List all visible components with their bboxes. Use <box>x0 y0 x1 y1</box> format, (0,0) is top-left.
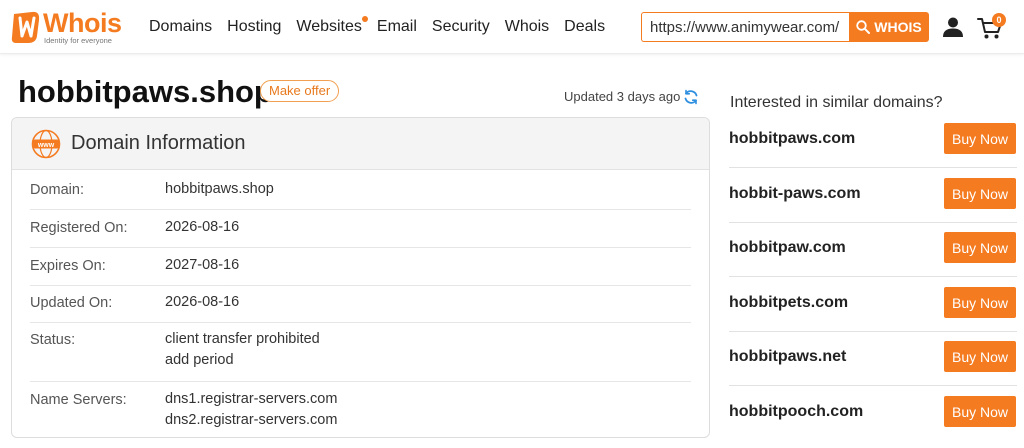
buy-now-button[interactable]: Buy Now <box>944 178 1016 209</box>
info-row-domain: Domain: hobbitpaws.shop <box>30 173 691 210</box>
row-label: Updated On: <box>30 295 113 311</box>
row-label: Status: <box>30 332 76 348</box>
make-offer-button[interactable]: Make offer <box>260 80 340 102</box>
card-title: Domain Information <box>71 132 246 154</box>
new-indicator-dot <box>361 16 368 22</box>
similar-domain-row: hobbitpooch.com Buy Now <box>729 386 1017 441</box>
similar-domain-name[interactable]: hobbitpaws.com <box>729 129 855 149</box>
search-icon <box>856 20 871 34</box>
card-header: www Domain Information <box>12 118 709 170</box>
page-title: hobbitpaws.shop <box>18 74 273 109</box>
similar-domain-name[interactable]: hobbitpaws.net <box>729 347 846 367</box>
user-account-icon[interactable] <box>942 16 964 38</box>
row-value: client transfer prohibited <box>165 331 320 347</box>
search-input[interactable] <box>641 12 851 42</box>
similar-domain-row: hobbitpaws.com Buy Now <box>729 113 1017 168</box>
row-value: dns2.registrar-servers.com <box>165 412 338 428</box>
buy-now-button[interactable]: Buy Now <box>944 232 1016 263</box>
nav-whois[interactable]: Whois <box>505 17 549 37</box>
nav-hosting[interactable]: Hosting <box>227 17 281 37</box>
similar-domain-name[interactable]: hobbitpaw.com <box>729 238 846 258</box>
info-row-expires: Expires On: 2027-08-16 <box>30 248 691 286</box>
logo-tagline: Identity for everyone <box>44 36 112 45</box>
buy-now-button[interactable]: Buy Now <box>944 396 1016 427</box>
row-label: Registered On: <box>30 220 128 236</box>
buy-now-button[interactable]: Buy Now <box>944 287 1016 318</box>
search-button-label: WHOIS <box>874 19 922 35</box>
similar-domains-heading: Interested in similar domains? <box>730 94 943 111</box>
whois-search-button[interactable]: WHOIS <box>849 12 929 42</box>
whois-logo[interactable]: Whois Identity for everyone <box>10 8 130 48</box>
info-row-updated: Updated On: 2026-08-16 <box>30 286 691 323</box>
main-nav: Domains Hosting Websites Email Security … <box>149 16 620 37</box>
similar-domain-name[interactable]: hobbitpets.com <box>729 293 848 313</box>
shopping-cart[interactable]: 0 <box>977 13 1007 41</box>
refresh-icon[interactable] <box>683 89 699 105</box>
row-value: dns1.registrar-servers.com <box>165 391 338 407</box>
similar-domain-row: hobbitpaw.com Buy Now <box>729 222 1017 277</box>
row-value: 2026-08-16 <box>165 294 240 310</box>
similar-domain-name[interactable]: hobbit-paws.com <box>729 184 861 204</box>
buy-now-button[interactable]: Buy Now <box>944 123 1016 154</box>
row-label: Domain: <box>30 182 84 198</box>
cart-count-badge: 0 <box>992 13 1006 27</box>
info-row-registered: Registered On: 2026-08-16 <box>30 210 691 248</box>
domain-information-card: www Domain Information Domain: hobbitpaw… <box>11 117 710 438</box>
nav-email[interactable]: Email <box>377 17 417 37</box>
updated-timestamp: Updated 3 days ago <box>564 89 681 104</box>
nav-security[interactable]: Security <box>432 17 490 37</box>
logo-text: Whois <box>43 8 122 38</box>
logo-mark-icon <box>11 11 40 43</box>
row-label: Expires On: <box>30 258 106 274</box>
row-label: Name Servers: <box>30 392 127 408</box>
nav-websites-label: Websites <box>296 18 362 35</box>
top-header: Whois Identity for everyone Domains Host… <box>0 0 1024 54</box>
row-value: add period <box>165 352 234 368</box>
similar-domain-name[interactable]: hobbitpooch.com <box>729 402 863 422</box>
row-value: 2026-08-16 <box>165 219 240 235</box>
info-row-nameservers: Name Servers: dns1.registrar-servers.com… <box>30 382 691 437</box>
www-globe-icon: www <box>31 129 61 159</box>
whois-search: WHOIS <box>641 12 929 42</box>
similar-domain-row: hobbit-paws.com Buy Now <box>729 168 1017 223</box>
info-row-status: Status: client transfer prohibited add p… <box>30 323 691 382</box>
buy-now-button[interactable]: Buy Now <box>944 341 1016 372</box>
row-value: 2027-08-16 <box>165 257 240 273</box>
nav-deals[interactable]: Deals <box>564 17 605 37</box>
svg-text:www: www <box>37 142 55 149</box>
nav-websites[interactable]: Websites <box>296 16 368 37</box>
similar-domain-row: hobbitpets.com Buy Now <box>729 277 1017 332</box>
nav-domains[interactable]: Domains <box>149 17 212 37</box>
row-value: hobbitpaws.shop <box>165 181 274 197</box>
similar-domain-row: hobbitpaws.net Buy Now <box>729 331 1017 386</box>
